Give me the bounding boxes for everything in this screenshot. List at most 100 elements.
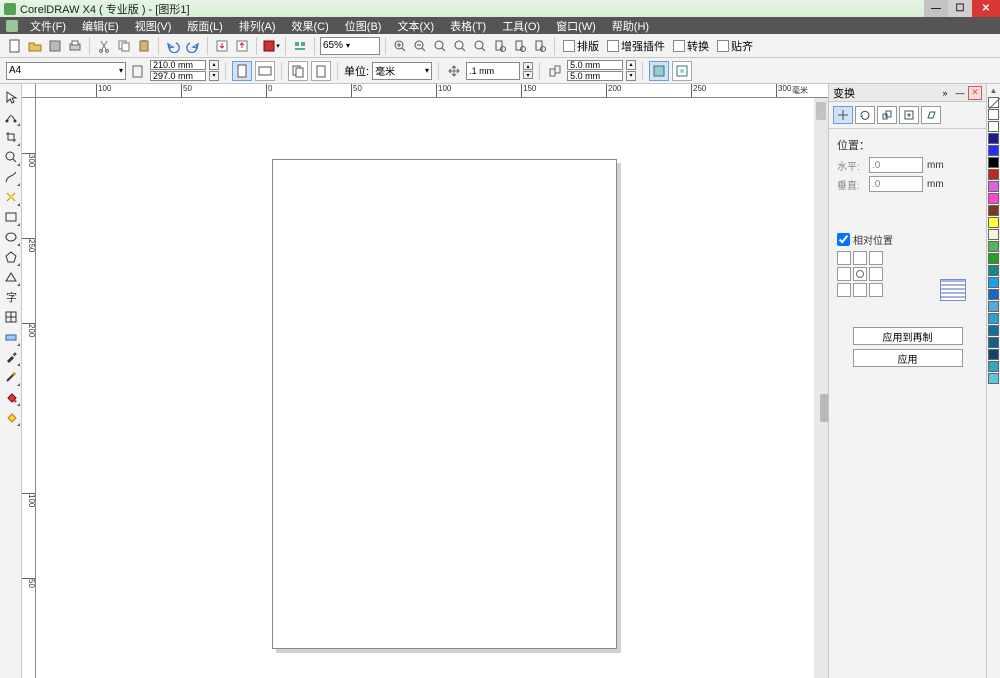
anchor-tl[interactable]: [837, 251, 851, 265]
convert-button[interactable]: 转换: [670, 38, 712, 54]
color-swatch[interactable]: [988, 337, 999, 348]
spinner-up[interactable]: ▴: [626, 60, 636, 70]
paper-height-input[interactable]: 297.0 mm: [150, 71, 206, 81]
menu-tools[interactable]: 工具(O): [494, 18, 548, 34]
menu-text[interactable]: 文本(X): [389, 18, 442, 34]
spinner-down[interactable]: ▾: [523, 71, 533, 79]
menu-table[interactable]: 表格(T): [442, 18, 494, 34]
ellipse-tool[interactable]: [2, 228, 20, 246]
rotate-tab[interactable]: [855, 106, 875, 124]
docker-close-button[interactable]: ✕: [968, 86, 982, 100]
enhance-plugin-button[interactable]: 增强插件: [604, 38, 668, 54]
color-swatch[interactable]: [988, 109, 999, 120]
copy-button[interactable]: [115, 37, 133, 55]
ruler-origin[interactable]: [22, 84, 36, 98]
paper-size-combo[interactable]: A4▾: [6, 62, 126, 80]
spinner-up[interactable]: ▴: [209, 60, 219, 70]
color-swatch[interactable]: [988, 133, 999, 144]
vertical-input[interactable]: [869, 176, 923, 192]
polygon-tool[interactable]: [2, 248, 20, 266]
color-swatch[interactable]: [988, 205, 999, 216]
apply-current-page-button[interactable]: [311, 61, 331, 81]
zoom-all-icon[interactable]: [471, 37, 489, 55]
save-button[interactable]: [46, 37, 64, 55]
color-swatch[interactable]: [988, 145, 999, 156]
menu-bitmap[interactable]: 位图(B): [337, 18, 390, 34]
paper-width-input[interactable]: 210.0 mm: [150, 60, 206, 70]
color-swatch[interactable]: [988, 349, 999, 360]
skew-tab[interactable]: [921, 106, 941, 124]
navigator-handle[interactable]: [820, 394, 828, 422]
basic-shapes-tool[interactable]: [2, 268, 20, 286]
anchor-bl[interactable]: [837, 283, 851, 297]
snap-to-button[interactable]: [672, 61, 692, 81]
new-button[interactable]: [6, 37, 24, 55]
zoom-page-icon[interactable]: [491, 37, 509, 55]
apply-duplicate-button[interactable]: 应用到再制: [853, 327, 963, 345]
menu-edit[interactable]: 编辑(E): [74, 18, 127, 34]
palette-up-arrow[interactable]: ▲: [990, 86, 998, 96]
no-color-swatch[interactable]: [988, 97, 999, 108]
relative-position-check[interactable]: 相对位置: [837, 232, 978, 247]
scroll-thumb[interactable]: [816, 102, 826, 120]
anchor-bc[interactable]: [853, 283, 867, 297]
menu-view[interactable]: 视图(V): [127, 18, 180, 34]
fill-tool[interactable]: [2, 388, 20, 406]
color-swatch[interactable]: [988, 277, 999, 288]
color-swatch[interactable]: [988, 193, 999, 204]
anchor-center[interactable]: [853, 267, 867, 281]
color-swatch[interactable]: [988, 241, 999, 252]
zoom-height-icon[interactable]: [531, 37, 549, 55]
crop-tool[interactable]: [2, 128, 20, 146]
color-swatch[interactable]: [988, 289, 999, 300]
color-swatch[interactable]: [988, 157, 999, 168]
color-swatch[interactable]: [988, 313, 999, 324]
paste-button[interactable]: [135, 37, 153, 55]
canvas-area[interactable]: 100 50 0 50 100 150 200 250 300 毫米 300 2…: [22, 84, 828, 678]
menu-help[interactable]: 帮助(H): [604, 18, 657, 34]
treat-as-filled-button[interactable]: [649, 61, 669, 81]
position-tab[interactable]: [833, 106, 853, 124]
zoom-tool[interactable]: [2, 148, 20, 166]
redo-button[interactable]: [184, 37, 202, 55]
close-button[interactable]: ✕: [972, 0, 1000, 17]
import-button[interactable]: [213, 37, 231, 55]
smart-fill-tool[interactable]: [2, 188, 20, 206]
layout-button[interactable]: 排版: [560, 38, 602, 54]
anchor-ml[interactable]: [837, 267, 851, 281]
relative-checkbox[interactable]: [837, 233, 850, 246]
pick-tool[interactable]: [2, 88, 20, 106]
snap-button[interactable]: 贴齐: [714, 38, 756, 54]
landscape-button[interactable]: [255, 61, 275, 81]
table-tool[interactable]: [2, 308, 20, 326]
units-combo[interactable]: 毫米▾: [372, 62, 432, 80]
maximize-button[interactable]: ☐: [948, 0, 972, 17]
horizontal-ruler[interactable]: 100 50 0 50 100 150 200 250 300 毫米: [36, 84, 828, 98]
freehand-tool[interactable]: [2, 168, 20, 186]
zoom-width-icon[interactable]: [511, 37, 529, 55]
apply-all-pages-button[interactable]: [288, 61, 308, 81]
dup-x-input[interactable]: 5.0 mm: [567, 60, 623, 70]
docker-min-button[interactable]: —: [953, 86, 967, 100]
outline-tool[interactable]: [2, 368, 20, 386]
scale-tab[interactable]: [877, 106, 897, 124]
menu-effects[interactable]: 效果(C): [284, 18, 337, 34]
undo-button[interactable]: [164, 37, 182, 55]
menu-window[interactable]: 窗口(W): [548, 18, 604, 34]
vertical-scrollbar[interactable]: [814, 98, 828, 678]
cut-button[interactable]: [95, 37, 113, 55]
anchor-mr[interactable]: [869, 267, 883, 281]
shape-tool[interactable]: [2, 108, 20, 126]
color-swatch[interactable]: [988, 361, 999, 372]
text-tool[interactable]: 字: [2, 288, 20, 306]
menu-arrange[interactable]: 排列(A): [231, 18, 284, 34]
page[interactable]: [272, 159, 617, 649]
apply-button[interactable]: 应用: [853, 349, 963, 367]
spinner-up[interactable]: ▴: [523, 62, 533, 70]
vertical-ruler[interactable]: 300 250 200 100 50: [22, 98, 36, 678]
rectangle-tool[interactable]: [2, 208, 20, 226]
docker-collapse-button[interactable]: »: [938, 86, 952, 100]
menu-file[interactable]: 文件(F): [22, 18, 74, 34]
app-launcher-button[interactable]: ▾: [262, 37, 280, 55]
zoom-out-icon[interactable]: [411, 37, 429, 55]
